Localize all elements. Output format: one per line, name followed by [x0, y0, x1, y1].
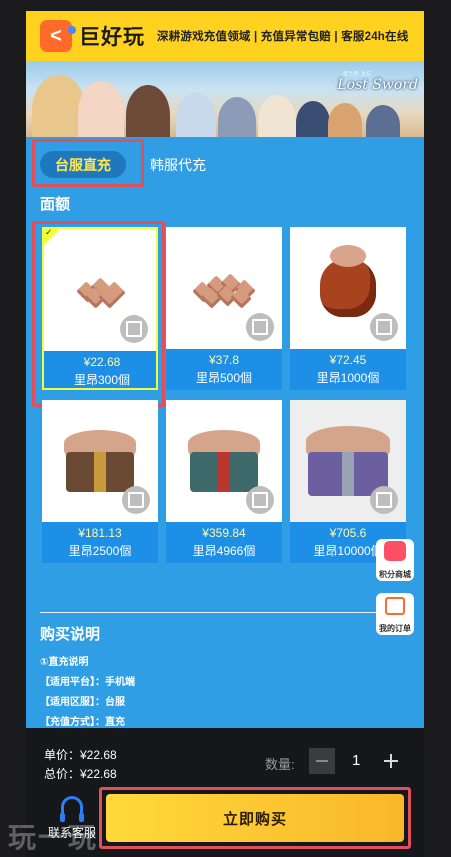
product-quantity: 里昂500個	[195, 371, 253, 385]
zoom-icon[interactable]	[246, 313, 274, 341]
treasure-chest-icon	[64, 430, 136, 492]
product-price: ¥705.6	[329, 526, 367, 540]
points-mall-label: 积分商城	[379, 570, 411, 579]
quantity-plus-button[interactable]	[378, 748, 404, 774]
product-price: ¥181.13	[78, 526, 122, 540]
gamepad-logo-icon: <	[40, 20, 76, 52]
quantity-minus-button[interactable]	[309, 748, 335, 774]
unit-price: 单价：¥22.68	[44, 748, 117, 762]
quantity-label: 数量:	[265, 757, 295, 772]
logo-glyph: <	[50, 24, 62, 47]
product-price: ¥72.45	[329, 353, 367, 367]
purchase-note-line: 【适用平台】：手机端	[40, 677, 135, 688]
denomination-title: 面额	[40, 196, 71, 213]
product-card-2500[interactable]: ¥181.13 里昂2500個	[42, 400, 158, 563]
highlight-box-card	[32, 221, 165, 407]
hero-character	[78, 81, 124, 137]
hero-character	[258, 95, 296, 137]
price-bar: ¥37.8 里昂500個	[166, 349, 282, 390]
product-quantity: 里昂4966個	[192, 544, 256, 558]
product-quantity: 里昂1000個	[316, 371, 380, 385]
brand-logo[interactable]: < 巨好玩	[40, 20, 145, 52]
game-title-logo: Lost Sword	[337, 77, 418, 93]
purchase-note-line: ①直充说明	[40, 657, 89, 668]
purchase-note-line: 【充值方式】：直充	[40, 717, 125, 728]
gem-bag-icon	[320, 245, 376, 317]
tab-korea-proxy[interactable]: 韩服代充	[150, 155, 206, 175]
purchase-notes-title: 购买说明	[40, 626, 101, 643]
price-bar: ¥359.84 里昂4966個	[166, 522, 282, 563]
headset-icon	[60, 796, 84, 822]
hero-character	[328, 103, 362, 137]
hero-character	[218, 97, 256, 137]
treasure-chest-icon	[306, 426, 390, 496]
zoom-icon[interactable]	[122, 486, 150, 514]
product-price: ¥37.8	[208, 353, 240, 367]
product-card-500[interactable]: ¥37.8 里昂500個	[166, 227, 282, 390]
game-hero-banner: 로스트 소드 Lost Sword	[26, 61, 424, 137]
product-quantity: 里昂2500個	[68, 544, 132, 558]
product-card-4966[interactable]: ¥359.84 里昂4966個	[166, 400, 282, 563]
shopping-bag-icon	[384, 541, 406, 561]
hero-character	[126, 85, 170, 137]
quantity-value[interactable]: 1	[352, 752, 360, 769]
hero-character	[296, 101, 330, 137]
hero-character	[176, 93, 216, 137]
hero-character	[366, 105, 400, 137]
total-price: 总价：¥22.68	[44, 767, 117, 781]
brand-slogan: 深耕游戏充值领域 | 充值异常包赔 | 客服24h在线	[157, 31, 409, 43]
treasure-chest-icon	[188, 430, 260, 492]
order-list-icon	[385, 597, 405, 615]
highlight-box-buy	[99, 787, 411, 849]
zoom-icon[interactable]	[370, 486, 398, 514]
gem-pile-icon	[189, 271, 259, 309]
zoom-icon[interactable]	[370, 313, 398, 341]
top-banner: < 巨好玩 深耕游戏充值领域 | 充值异常包赔 | 客服24h在线	[26, 11, 424, 61]
price-bar: ¥72.45 里昂1000個	[290, 349, 406, 390]
zoom-icon[interactable]	[246, 486, 274, 514]
product-card-1000[interactable]: ¥72.45 里昂1000個	[290, 227, 406, 390]
section-divider	[40, 612, 412, 613]
my-orders-button[interactable]: 我的订单	[376, 593, 414, 635]
my-orders-label: 我的订单	[379, 624, 411, 633]
highlight-box-tab	[32, 139, 144, 187]
product-price: ¥359.84	[202, 526, 246, 540]
app-screen: < 巨好玩 深耕游戏充值领域 | 充值异常包赔 | 客服24h在线 로스트 소드…	[26, 11, 424, 857]
points-mall-button[interactable]: 积分商城	[376, 539, 414, 581]
purchase-note-line: 【适用区服】：台服	[40, 697, 125, 708]
price-bar: ¥181.13 里昂2500個	[42, 522, 158, 563]
watermark: 玩一玩	[8, 822, 99, 853]
brand-name: 巨好玩	[79, 26, 145, 49]
